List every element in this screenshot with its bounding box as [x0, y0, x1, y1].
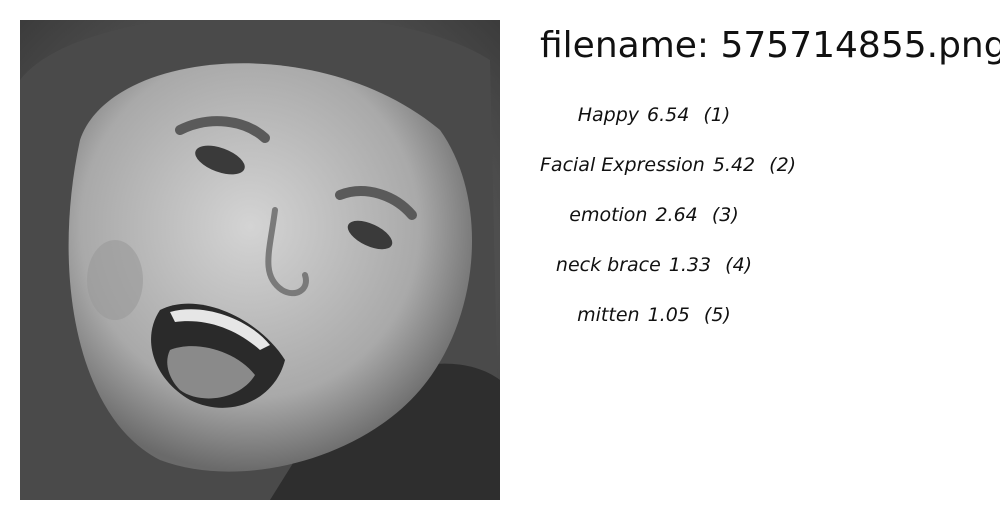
face-photo-icon: [20, 20, 500, 500]
label-row: Facial Expression 5.42 (2): [540, 150, 796, 200]
label-rank: (2): [769, 154, 797, 176]
label-rank: (1): [703, 104, 731, 126]
label-score: 2.64: [655, 204, 698, 226]
filename-label: filename: 575714855.png: [540, 25, 1000, 66]
label-name: emotion: [569, 204, 648, 226]
label-rank: (3): [711, 204, 739, 226]
label-row: emotion 2.64 (3): [540, 200, 768, 250]
label-rank: (4): [725, 254, 753, 276]
label-score: 6.54: [647, 104, 690, 126]
label-name: mitten: [577, 304, 640, 326]
label-rank: (5): [703, 304, 731, 326]
label-score: 1.05: [647, 304, 690, 326]
label-name: Facial Expression: [540, 154, 705, 176]
label-score: 5.42: [712, 154, 756, 176]
label-name: Happy: [577, 104, 639, 126]
label-name: neck brace: [555, 254, 661, 276]
label-score: 1.33: [668, 254, 712, 276]
label-row: mitten 1.05 (5): [540, 300, 768, 350]
label-row: neck brace 1.33 (4): [540, 250, 768, 300]
label-row: Happy 6.54 (1): [540, 100, 768, 150]
face-photo: [20, 20, 500, 500]
label-list: Happy 6.54 (1) Facial Expression 5.42 (2) …: [540, 100, 796, 350]
